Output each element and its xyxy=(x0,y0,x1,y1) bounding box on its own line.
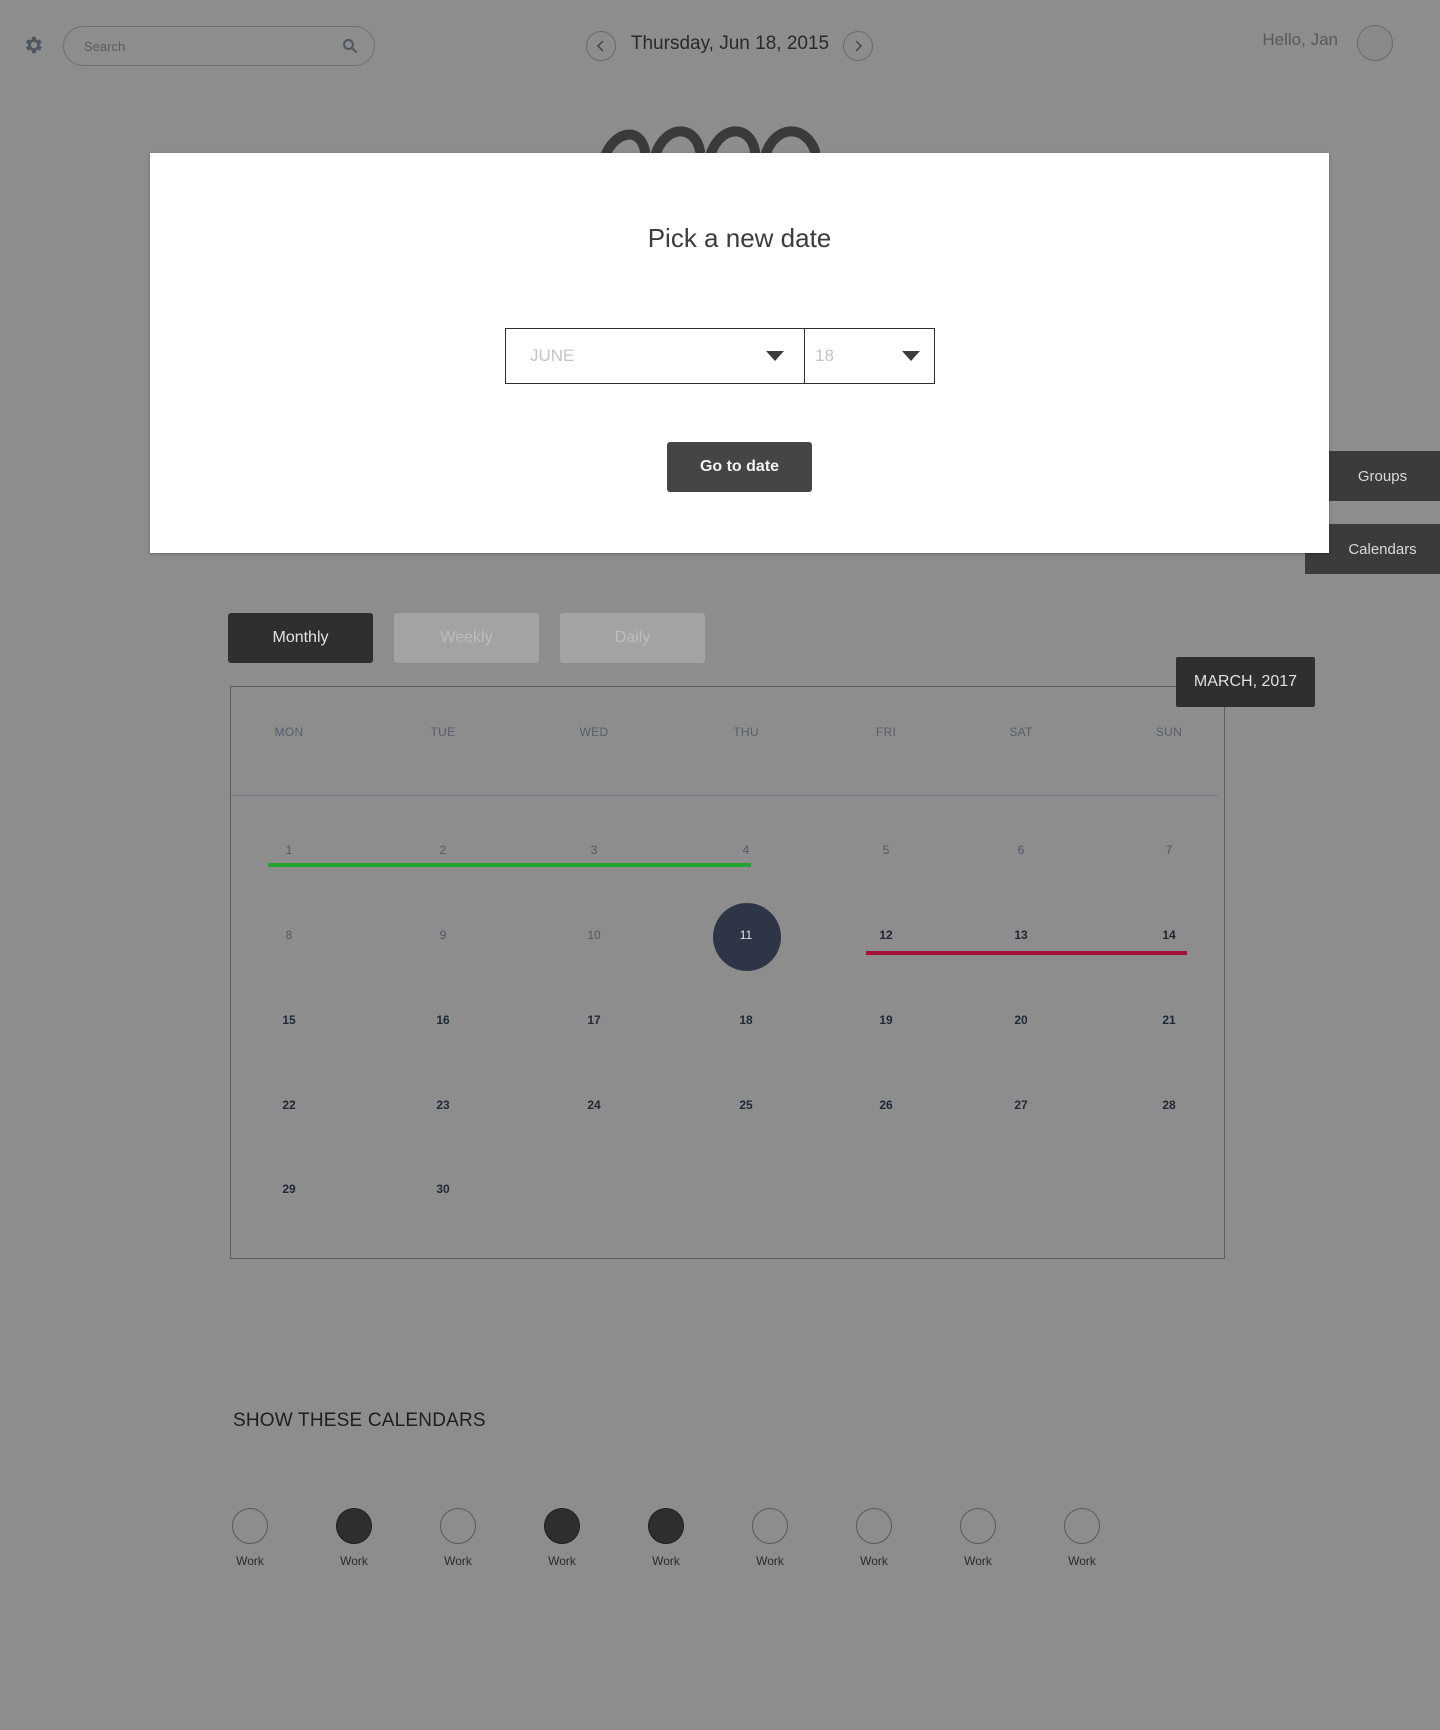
calendar-toggle-label: Work xyxy=(236,1554,264,1568)
modal-title: Pick a new date xyxy=(647,223,832,253)
calendar-toggle-label: Work xyxy=(340,1554,368,1568)
month-label[interactable]: MARCH, 2017 xyxy=(1176,657,1315,707)
calendar-day[interactable]: 17 xyxy=(564,1013,624,1027)
calendar-toggle[interactable]: Work xyxy=(1052,1508,1112,1568)
calendar-day[interactable]: 3 xyxy=(564,843,624,857)
calendar-day[interactable]: 26 xyxy=(856,1098,916,1112)
calendar-day[interactable]: 30 xyxy=(413,1182,473,1196)
calendar-toggle-label: Work xyxy=(756,1554,784,1568)
calendar-day[interactable]: 8 xyxy=(259,928,319,942)
calendar-toggle-dot[interactable] xyxy=(856,1508,892,1544)
avatar[interactable] xyxy=(1357,25,1393,61)
go-to-date-button[interactable]: Go to date xyxy=(667,442,812,492)
day-header-fri: FRI xyxy=(875,725,897,739)
calendar-toggle[interactable]: Work xyxy=(740,1508,800,1568)
weekly-view-button[interactable]: Weekly xyxy=(394,613,539,663)
next-day-button[interactable] xyxy=(843,31,873,61)
calendar-day[interactable]: 9 xyxy=(413,928,473,942)
calendar-day[interactable]: 27 xyxy=(991,1098,1051,1112)
chevron-right-icon xyxy=(855,40,863,52)
calendar-day[interactable]: 4 xyxy=(716,843,776,857)
calendar-day-selected[interactable]: 11 xyxy=(716,928,776,942)
calendar-day[interactable]: 1 xyxy=(259,843,319,857)
calendar-toggle-dot[interactable] xyxy=(232,1508,268,1544)
calendar-toggle-dot[interactable] xyxy=(336,1508,372,1544)
calendar-day[interactable]: 24 xyxy=(564,1098,624,1112)
calendar-toggle[interactable]: Work xyxy=(324,1508,384,1568)
calendar-day[interactable]: 18 xyxy=(716,1013,776,1027)
month-select[interactable]: JUNE xyxy=(505,328,805,384)
calendar-day[interactable]: 16 xyxy=(413,1013,473,1027)
event-bar-green[interactable] xyxy=(268,863,751,867)
caret-down-icon xyxy=(766,351,784,361)
previous-day-button[interactable] xyxy=(586,31,616,61)
calendar-day[interactable]: 6 xyxy=(991,843,1051,857)
event-bar-red[interactable] xyxy=(866,951,1187,955)
date-picker-modal: Pick a new date JUNE 18 Go to date xyxy=(150,153,1329,553)
calendar-day[interactable]: 20 xyxy=(991,1013,1051,1027)
calendar-toggle-dot[interactable] xyxy=(1064,1508,1100,1544)
day-select[interactable]: 18 xyxy=(804,328,935,384)
calendar-day[interactable]: 23 xyxy=(413,1098,473,1112)
day-header-tue: TUE xyxy=(430,725,456,739)
calendar-toggle[interactable]: Work xyxy=(428,1508,488,1568)
calendar-day[interactable]: 5 xyxy=(856,843,916,857)
calendar-toggle-label: Work xyxy=(652,1554,680,1568)
day-header-sat: SAT xyxy=(1009,725,1033,739)
month-select-value: JUNE xyxy=(530,346,575,365)
calendar-day[interactable]: 15 xyxy=(259,1013,319,1027)
current-date-title[interactable]: Thursday, Jun 18, 2015 xyxy=(620,33,840,55)
gear-icon[interactable] xyxy=(22,34,44,56)
month-calendar xyxy=(230,686,1225,1259)
calendar-day[interactable]: 19 xyxy=(856,1013,916,1027)
day-header-mon: MON xyxy=(274,725,304,739)
calendar-day[interactable]: 13 xyxy=(991,928,1051,942)
calendar-toggle[interactable]: Work xyxy=(220,1508,280,1568)
calendar-toggle[interactable]: Work xyxy=(636,1508,696,1568)
calendar-toggle-label: Work xyxy=(964,1554,992,1568)
calendar-header-divider xyxy=(231,795,1219,796)
caret-down-icon xyxy=(902,351,920,361)
calendar-toggle-dot[interactable] xyxy=(752,1508,788,1544)
monthly-view-button[interactable]: Monthly xyxy=(228,613,373,663)
day-select-value: 18 xyxy=(815,346,834,365)
chevron-left-icon xyxy=(596,40,604,52)
search-input[interactable] xyxy=(84,38,342,54)
calendar-toggle-dot[interactable] xyxy=(960,1508,996,1544)
calendar-toggle[interactable]: Work xyxy=(844,1508,904,1568)
calendar-toggle-dot[interactable] xyxy=(648,1508,684,1544)
calendar-day[interactable]: 12 xyxy=(856,928,916,942)
calendar-toggle[interactable]: Work xyxy=(532,1508,592,1568)
day-header-thu: THU xyxy=(733,725,759,739)
calendar-toggle-dot[interactable] xyxy=(440,1508,476,1544)
logo-squiggle xyxy=(600,126,820,156)
calendar-toggle[interactable]: Work xyxy=(948,1508,1008,1568)
search-bar[interactable] xyxy=(63,26,375,66)
calendar-toggle-label: Work xyxy=(860,1554,888,1568)
daily-view-button[interactable]: Daily xyxy=(560,613,705,663)
calendar-day[interactable]: 2 xyxy=(413,843,473,857)
calendar-toggle-dot[interactable] xyxy=(544,1508,580,1544)
calendar-day[interactable]: 22 xyxy=(259,1098,319,1112)
show-calendars-heading: SHOW THESE CALENDARS xyxy=(233,1410,486,1431)
calendar-day[interactable]: 21 xyxy=(1139,1013,1199,1027)
calendar-day[interactable]: 28 xyxy=(1139,1098,1199,1112)
calendar-toggle-label: Work xyxy=(548,1554,576,1568)
calendar-toggle-label: Work xyxy=(444,1554,472,1568)
day-header-wed: WED xyxy=(579,725,609,739)
calendar-day[interactable]: 29 xyxy=(259,1182,319,1196)
calendar-day[interactable]: 25 xyxy=(716,1098,776,1112)
calendar-day[interactable]: 7 xyxy=(1139,843,1199,857)
search-icon[interactable] xyxy=(342,38,358,54)
calendar-toggle-label: Work xyxy=(1068,1554,1096,1568)
day-header-sun: SUN xyxy=(1155,725,1183,739)
calendar-day[interactable]: 14 xyxy=(1139,928,1199,942)
calendar-day[interactable]: 10 xyxy=(564,928,624,942)
user-greeting: Hello, Jan xyxy=(1262,30,1338,49)
